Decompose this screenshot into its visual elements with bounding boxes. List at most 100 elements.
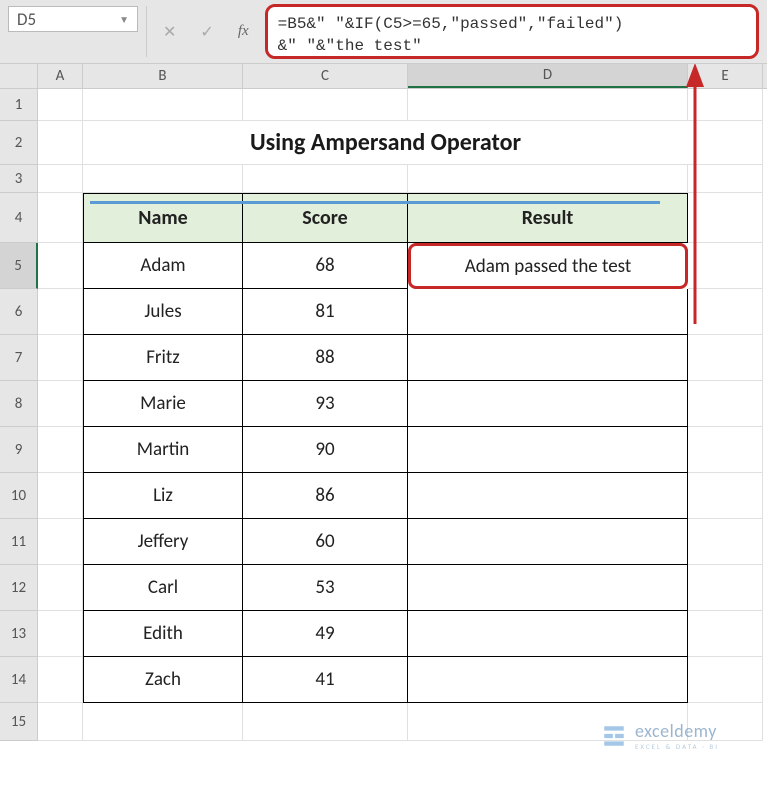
row-header-7[interactable]: 7 [0,335,38,381]
formula-input[interactable]: =B5&" "&IF(C5>=65,"passed","failed") &" … [265,4,759,59]
cell-A15[interactable] [38,703,83,741]
cell-A11[interactable] [38,519,83,565]
cell-E14[interactable] [688,657,763,703]
cell-D12[interactable] [408,565,688,611]
cell-C10[interactable]: 86 [243,473,408,519]
cell-D8[interactable] [408,381,688,427]
cell-E2[interactable] [688,121,763,165]
cell-D9[interactable] [408,427,688,473]
cell-E1[interactable] [688,89,763,121]
title-cell[interactable]: Using Ampersand Operator [83,121,688,165]
cell-D14[interactable] [408,657,688,703]
cell-C15[interactable] [243,703,408,741]
row-header-14[interactable]: 14 [0,657,38,703]
cell-B9[interactable]: Martin [83,427,243,473]
row-header-15[interactable]: 15 [0,703,38,741]
cell-B8[interactable]: Marie [83,381,243,427]
cell-A14[interactable] [38,657,83,703]
cell-C8[interactable]: 93 [243,381,408,427]
row-header-8[interactable]: 8 [0,381,38,427]
row-header-4[interactable]: 4 [0,193,38,243]
row-header-5[interactable]: 5 [0,243,38,289]
cell-B10[interactable]: Liz [83,473,243,519]
cell-B15[interactable] [83,703,243,741]
cell-B11[interactable]: Jeffery [83,519,243,565]
cell-B3[interactable] [83,165,243,193]
cell-D5[interactable]: Adam passed the test [408,243,688,289]
watermark: exceldemy EXCEL & DATA · BI [601,720,719,751]
row-12: 12 Carl53 [0,565,767,611]
cell-C7[interactable]: 88 [243,335,408,381]
cell-C1[interactable] [243,89,408,121]
cell-D10[interactable] [408,473,688,519]
cell-B13[interactable]: Edith [83,611,243,657]
title-underline [90,201,660,204]
cell-B12[interactable]: Carl [83,565,243,611]
cell-C5[interactable]: 68 [243,243,408,289]
row-header-10[interactable]: 10 [0,473,38,519]
cell-E5[interactable] [688,243,763,289]
cell-D7[interactable] [408,335,688,381]
cell-A1[interactable] [38,89,83,121]
col-header-C[interactable]: C [243,64,408,88]
cell-C13[interactable]: 49 [243,611,408,657]
dropdown-icon[interactable]: ▼ [119,13,129,26]
cell-E12[interactable] [688,565,763,611]
cell-A2[interactable] [38,121,83,165]
cell-E4[interactable] [688,193,763,243]
cell-B1[interactable] [83,89,243,121]
cell-C6[interactable]: 81 [243,289,408,335]
cell-C9[interactable]: 90 [243,427,408,473]
col-header-E[interactable]: E [688,64,763,88]
col-header-B[interactable]: B [83,64,243,88]
fx-icon[interactable]: fx [238,23,249,40]
row-header-2[interactable]: 2 [0,121,38,165]
cell-A4[interactable] [38,193,83,243]
cell-A7[interactable] [38,335,83,381]
cell-B6[interactable]: Jules [83,289,243,335]
row-11: 11 Jeffery60 [0,519,767,565]
cell-A10[interactable] [38,473,83,519]
cell-E10[interactable] [688,473,763,519]
watermark-brand: exceldemy [635,720,719,742]
cell-A3[interactable] [38,165,83,193]
cell-A5[interactable] [38,243,83,289]
cell-D3[interactable] [408,165,688,193]
row-header-3[interactable]: 3 [0,165,38,193]
cell-A13[interactable] [38,611,83,657]
col-header-D[interactable]: D [408,64,688,88]
cell-A6[interactable] [38,289,83,335]
cell-C11[interactable]: 60 [243,519,408,565]
name-box[interactable]: D5 ▼ [8,6,138,32]
row-header-9[interactable]: 9 [0,427,38,473]
cell-E13[interactable] [688,611,763,657]
cell-B14[interactable]: Zach [83,657,243,703]
cell-C12[interactable]: 53 [243,565,408,611]
row-header-12[interactable]: 12 [0,565,38,611]
cell-A9[interactable] [38,427,83,473]
select-all-corner[interactable] [0,64,38,88]
cell-C3[interactable] [243,165,408,193]
cell-D13[interactable] [408,611,688,657]
row-header-11[interactable]: 11 [0,519,38,565]
cell-E3[interactable] [688,165,763,193]
col-header-A[interactable]: A [38,64,83,88]
cell-E6[interactable] [688,289,763,335]
cell-B7[interactable]: Fritz [83,335,243,381]
enter-icon[interactable]: ✓ [200,22,213,42]
cancel-icon[interactable]: ✕ [163,22,176,42]
cell-E8[interactable] [688,381,763,427]
cell-D6[interactable] [408,289,688,335]
cell-D11[interactable] [408,519,688,565]
cell-E9[interactable] [688,427,763,473]
row-header-13[interactable]: 13 [0,611,38,657]
cell-E7[interactable] [688,335,763,381]
cell-B5[interactable]: Adam [83,243,243,289]
cell-A8[interactable] [38,381,83,427]
row-header-1[interactable]: 1 [0,89,38,121]
cell-D1[interactable] [408,89,688,121]
cell-C14[interactable]: 41 [243,657,408,703]
cell-A12[interactable] [38,565,83,611]
row-header-6[interactable]: 6 [0,289,38,335]
cell-E11[interactable] [688,519,763,565]
